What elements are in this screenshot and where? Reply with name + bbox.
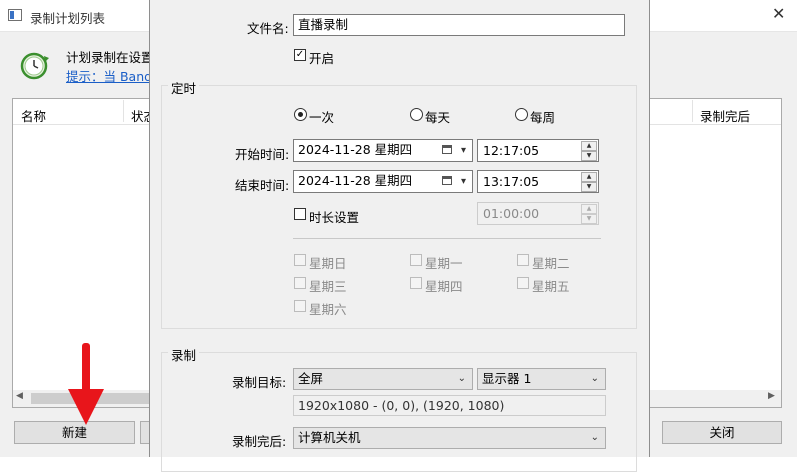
- radio-weekly-label: 每周: [530, 110, 556, 125]
- weekday-checkbox-fri[interactable]: [517, 277, 529, 289]
- chevron-down-icon: ⌄: [590, 432, 599, 443]
- weekday-label-mon: 星期一: [425, 256, 463, 271]
- duration-checkbox[interactable]: [294, 208, 306, 220]
- weekday-label-sun: 星期日: [309, 256, 347, 271]
- monitor-select[interactable]: 显示器 1 ⌄: [477, 368, 606, 390]
- duration-value: 01:00:00: [483, 206, 540, 221]
- radio-daily-label: 每天: [425, 110, 451, 125]
- record-target-select[interactable]: 全屏 ⌄: [293, 368, 473, 390]
- info-text: 计划录制在设置: [66, 50, 154, 65]
- spin-up-icon[interactable]: ▲: [581, 204, 597, 214]
- chevron-down-icon: ⌄: [457, 373, 466, 384]
- app-icon: [8, 9, 22, 21]
- column-header-name[interactable]: 名称: [21, 106, 46, 125]
- red-arrow-annotation: [68, 343, 104, 425]
- schedule-divider: [293, 238, 601, 239]
- spin-up-icon[interactable]: ▲: [581, 141, 597, 151]
- spin-down-icon[interactable]: ▼: [581, 214, 597, 224]
- chevron-down-icon: ▾: [460, 176, 466, 187]
- after-record-select[interactable]: 计算机关机 ⌄: [293, 427, 606, 449]
- start-date-picker[interactable]: 2024-11-28 星期四 ▾: [293, 139, 473, 162]
- end-time-value: 13:17:05: [483, 174, 540, 189]
- column-separator: [692, 100, 693, 122]
- weekday-checkbox-mon[interactable]: [410, 254, 422, 266]
- radio-once[interactable]: [294, 108, 307, 121]
- window-title: 录制计划列表: [30, 11, 106, 26]
- end-date-value: 2024-11-28 星期四: [298, 173, 413, 188]
- start-time-value: 12:17:05: [483, 143, 540, 158]
- enable-checkbox[interactable]: ✓: [294, 49, 306, 61]
- close-button[interactable]: 关闭: [662, 421, 782, 444]
- spin-up-icon[interactable]: ▲: [581, 172, 597, 182]
- duration-spinner[interactable]: 01:00:00 ▲ ▼: [477, 202, 599, 225]
- tip-link[interactable]: 提示：当 Bandi: [66, 66, 156, 85]
- weekday-label-thu: 星期四: [425, 279, 463, 294]
- start-date-value: 2024-11-28 星期四: [298, 142, 413, 157]
- duration-label: 时长设置: [309, 210, 360, 225]
- weekday-checkbox-sat[interactable]: [294, 300, 306, 312]
- chevron-down-icon: ▾: [460, 145, 466, 156]
- weekday-checkbox-sun[interactable]: [294, 254, 306, 266]
- column-separator: [123, 100, 124, 122]
- radio-daily[interactable]: [410, 108, 423, 121]
- schedule-group-label: 定时: [168, 78, 200, 97]
- radio-once-label: 一次: [309, 110, 335, 125]
- filename-label: 文件名:: [247, 21, 289, 36]
- scroll-left-icon[interactable]: ◀: [16, 391, 23, 401]
- weekday-label-tue: 星期二: [532, 256, 570, 271]
- enable-label: 开启: [309, 51, 335, 66]
- after-record-label: 录制完后:: [232, 434, 287, 449]
- spin-down-icon[interactable]: ▼: [581, 182, 597, 192]
- calendar-icon: [442, 176, 452, 185]
- record-group-label: 录制: [168, 345, 200, 364]
- radio-weekly[interactable]: [515, 108, 528, 121]
- record-target-value: 全屏: [298, 371, 324, 386]
- end-date-picker[interactable]: 2024-11-28 星期四 ▾: [293, 170, 473, 193]
- monitor-value: 显示器 1: [482, 371, 532, 386]
- record-target-label: 录制目标:: [232, 375, 287, 390]
- radio-selected-dot: [298, 112, 303, 117]
- start-time-label: 开始时间:: [235, 147, 290, 162]
- schedule-clock-icon: [20, 52, 49, 80]
- start-time-spinner[interactable]: 12:17:05 ▲ ▼: [477, 139, 599, 162]
- weekday-label-wed: 星期三: [309, 279, 347, 294]
- calendar-icon: [442, 145, 452, 154]
- chevron-down-icon: ⌄: [590, 373, 599, 384]
- weekday-checkbox-thu[interactable]: [410, 277, 422, 289]
- weekday-checkbox-tue[interactable]: [517, 254, 529, 266]
- filename-input[interactable]: 直播录制: [293, 14, 625, 36]
- spin-down-icon[interactable]: ▼: [581, 151, 597, 161]
- weekday-label-sat: 星期六: [309, 302, 347, 317]
- end-time-label: 结束时间:: [235, 178, 290, 193]
- resolution-field: 1920x1080 - (0, 0), (1920, 1080): [293, 395, 606, 416]
- column-header-after[interactable]: 录制完后: [700, 106, 750, 125]
- scroll-right-icon[interactable]: ▶: [768, 391, 775, 401]
- end-time-spinner[interactable]: 13:17:05 ▲ ▼: [477, 170, 599, 193]
- close-icon[interactable]: ✕: [772, 5, 785, 23]
- after-record-value: 计算机关机: [298, 430, 361, 445]
- weekday-checkbox-wed[interactable]: [294, 277, 306, 289]
- weekday-label-fri: 星期五: [532, 279, 570, 294]
